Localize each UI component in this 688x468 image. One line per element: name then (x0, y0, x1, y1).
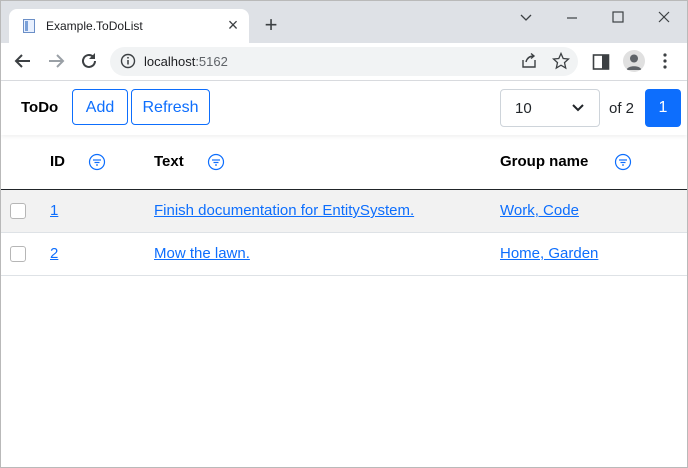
row-text-link[interactable]: Mow the lawn. (154, 245, 250, 262)
url-host: localhost (144, 54, 196, 69)
filter-icon[interactable] (207, 153, 225, 171)
row-id-link[interactable]: 1 (50, 202, 58, 219)
info-icon[interactable] (120, 53, 136, 69)
table-row: 2 Mow the lawn. Home, Garden (1, 233, 687, 276)
row-checkbox[interactable] (10, 246, 26, 262)
page-size-value: 10 (515, 100, 532, 117)
new-tab-button[interactable]: + (260, 14, 282, 36)
add-button[interactable]: Add (72, 89, 128, 125)
url-text[interactable]: localhost:5162 (144, 54, 228, 69)
refresh-button[interactable]: Refresh (131, 89, 210, 125)
address-bar[interactable]: localhost:5162 (110, 47, 578, 76)
side-panel-icon[interactable] (592, 53, 610, 71)
page-size-select[interactable]: 10 (500, 89, 600, 127)
table-row: 1 Finish documentation for EntitySystem.… (1, 190, 687, 233)
row-group-link[interactable]: Work, Code (500, 202, 579, 219)
column-header-id[interactable]: ID (50, 153, 65, 170)
chevron-down-icon (572, 104, 584, 112)
url-port: :5162 (195, 54, 228, 69)
filter-icon[interactable] (88, 153, 106, 171)
current-page-button[interactable]: 1 (645, 89, 681, 127)
page-content: ToDo Add Refresh 10 of 2 1 ID Text Group… (1, 81, 687, 467)
minimize-icon[interactable] (549, 4, 595, 32)
row-id-link[interactable]: 2 (50, 245, 58, 262)
page-count-label: of 2 (609, 100, 635, 117)
forward-icon[interactable] (44, 49, 68, 73)
table-header: ID Text Group name (1, 137, 687, 190)
browser-toolbar: localhost:5162 (1, 43, 687, 81)
browser-window: Example.ToDoList × + localhost:5162 ToDo… (0, 0, 688, 468)
title-bar: Example.ToDoList × + (1, 1, 687, 43)
person-icon (626, 54, 642, 70)
column-header-text[interactable]: Text (154, 153, 184, 170)
back-icon[interactable] (11, 49, 35, 73)
browser-tab[interactable]: Example.ToDoList × (9, 9, 249, 43)
bookmark-star-icon[interactable] (552, 52, 570, 70)
close-window-icon[interactable] (641, 4, 687, 32)
document-icon (23, 19, 35, 33)
maximize-icon[interactable] (595, 4, 641, 32)
app-toolbar: ToDo Add Refresh 10 of 2 1 (1, 81, 687, 135)
row-text-link[interactable]: Finish documentation for EntitySystem. (154, 202, 414, 219)
profile-avatar[interactable] (623, 50, 645, 72)
reload-icon[interactable] (77, 49, 101, 73)
column-header-group-name[interactable]: Group name (500, 153, 588, 170)
menu-kebab-icon[interactable] (657, 52, 673, 70)
row-group-link[interactable]: Home, Garden (500, 245, 598, 262)
tab-title: Example.ToDoList (46, 19, 143, 33)
share-icon[interactable] (520, 52, 538, 70)
close-tab-button[interactable]: × (223, 15, 243, 35)
chevron-down-icon[interactable] (503, 4, 549, 32)
app-brand: ToDo (21, 99, 59, 116)
row-checkbox[interactable] (10, 203, 26, 219)
filter-icon[interactable] (614, 153, 632, 171)
